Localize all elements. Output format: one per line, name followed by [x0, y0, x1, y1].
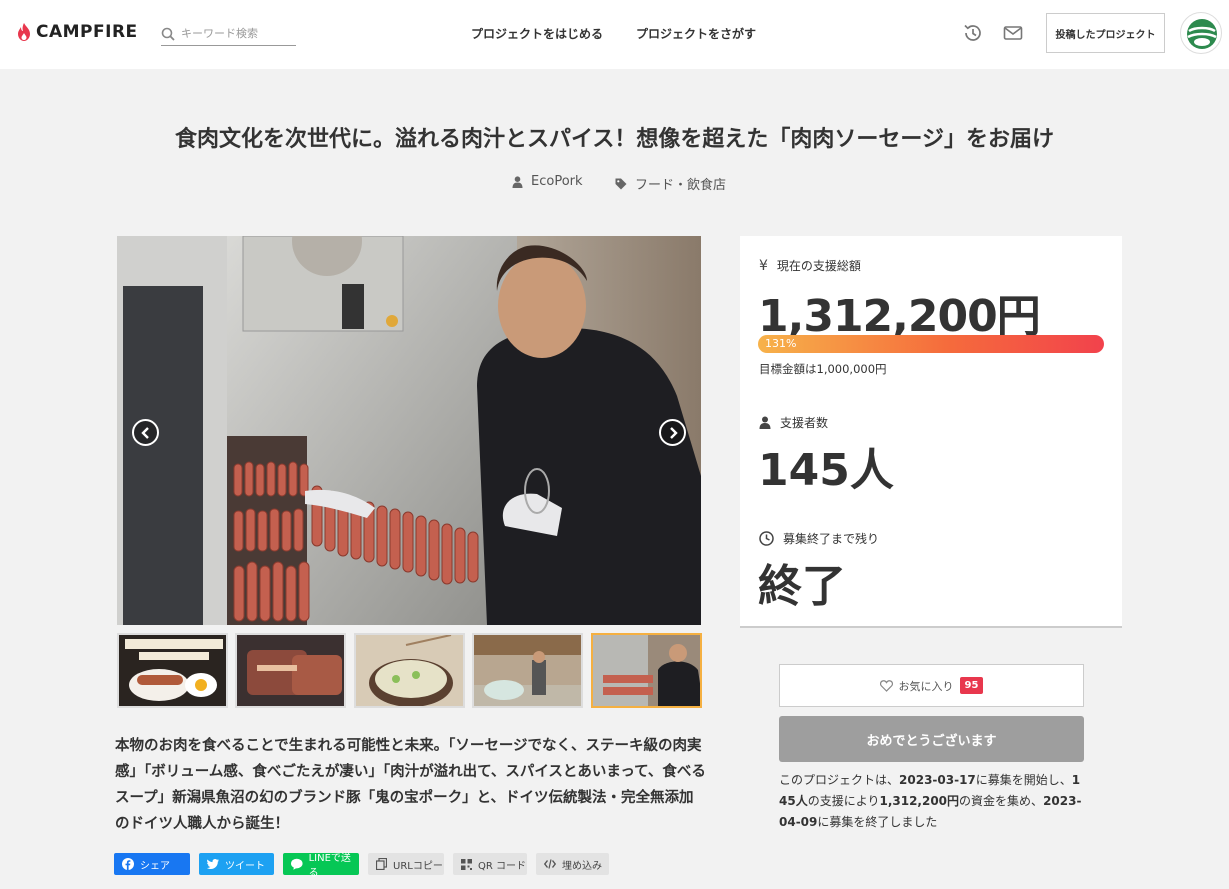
search-bar — [161, 22, 296, 46]
summary-text: の支援により — [807, 794, 880, 808]
funding-progress-bar: 131% — [758, 335, 1104, 353]
facebook-icon — [122, 858, 134, 870]
summary-text: に募集を開始し、 — [975, 773, 1072, 787]
user-avatar[interactable] — [1180, 12, 1222, 54]
mail-icon[interactable] — [1002, 22, 1024, 44]
nav-find-project[interactable]: プロジェクトをさがす — [636, 25, 756, 42]
campfire-logo[interactable]: CAMPFIRE — [17, 22, 138, 42]
qr-code-button[interactable]: QR コード — [453, 853, 527, 875]
thumbnail-4[interactable] — [472, 633, 583, 708]
project-category[interactable]: フード・飲食店 — [615, 174, 726, 193]
thumb-image — [119, 635, 226, 706]
owner-name: EcoPork — [531, 174, 583, 189]
posted-projects-button[interactable]: 投稿したプロジェクト — [1046, 13, 1165, 53]
summary-start-date: 2023-03-17 — [899, 773, 976, 787]
thumb-image — [356, 635, 463, 706]
line-send-button[interactable]: LINEで送る — [283, 853, 359, 879]
url-copy-button[interactable]: URLコピー — [368, 853, 444, 875]
thumbnail-strip — [117, 633, 702, 708]
thumb-image — [593, 635, 700, 706]
avatar-globe-icon — [1187, 19, 1217, 49]
congratulations-button[interactable]: おめでとうございます — [779, 716, 1084, 762]
progress-percent: 131% — [765, 337, 797, 350]
logo-text: CAMPFIRE — [36, 22, 138, 42]
favorite-count-badge: 95 — [959, 677, 984, 694]
carousel-next-button[interactable] — [659, 419, 686, 446]
line-send-label: LINEで送る — [308, 853, 351, 879]
thumbnail-3[interactable] — [354, 633, 465, 708]
embed-button[interactable]: 埋め込み — [536, 853, 609, 875]
url-copy-label: URLコピー — [393, 860, 443, 872]
search-icon — [161, 27, 175, 41]
summary-text: に募集を終了しました — [817, 815, 938, 829]
project-owner[interactable]: EcoPork — [512, 174, 583, 189]
project-stats-card: ¥ 現在の支援総額 1,312,200円 131% 目標金額は1,000,000… — [740, 236, 1122, 628]
clock-icon — [759, 531, 774, 546]
backers-count: 145人 — [758, 445, 894, 496]
amount-label-row: ¥ 現在の支援総額 — [759, 257, 861, 274]
line-icon — [291, 858, 303, 870]
remaining-label-row: 募集終了まで残り — [759, 530, 879, 547]
heart-icon — [879, 679, 893, 692]
goal-amount: 目標金額は1,000,000円 — [759, 362, 887, 376]
nav-start-project[interactable]: プロジェクトをはじめる — [471, 25, 603, 42]
amount-label: 現在の支援総額 — [776, 259, 861, 273]
user-icon — [759, 416, 771, 429]
favorite-button[interactable]: お気に入り 95 — [779, 664, 1084, 707]
thumb-image — [474, 635, 581, 706]
twitter-tweet-label: ツイート — [225, 860, 265, 872]
flame-icon — [18, 23, 30, 41]
chevron-right-icon — [669, 426, 678, 439]
tag-icon — [615, 178, 627, 189]
chevron-left-icon — [140, 426, 149, 439]
embed-label: 埋め込み — [562, 860, 602, 872]
site-header: CAMPFIRE プロジェクトをはじめる プロジェクトをさがす 投稿したプロジェ… — [0, 0, 1229, 69]
thumb-image — [237, 635, 344, 706]
user-icon — [512, 175, 523, 188]
category-name: フード・飲食店 — [635, 178, 727, 193]
favorite-label: お気に入り — [898, 679, 954, 693]
qr-code-icon — [461, 858, 472, 870]
project-description: 本物のお肉を食べることで生まれる可能性と未来。「ソーセージでなく、ステーキ級の肉… — [115, 738, 706, 832]
main-photo — [117, 236, 701, 625]
carousel-prev-button[interactable] — [132, 419, 159, 446]
search-input[interactable] — [181, 27, 291, 40]
project-title: 食肉文化を次世代に。溢れる肉汁とスパイス！想像を超えた「肉肉ソーセージ」をお届け — [175, 127, 1054, 152]
summary-text: このプロジェクトは、 — [779, 773, 900, 787]
code-icon — [544, 859, 556, 869]
copy-icon — [376, 858, 387, 870]
yen-icon: ¥ — [759, 257, 768, 274]
summary-amount: 1,312,200円 — [879, 794, 960, 808]
twitter-tweet-button[interactable]: ツイート — [199, 853, 274, 875]
remaining-label: 募集終了まで残り — [783, 532, 880, 546]
project-main-image[interactable] — [117, 236, 701, 625]
backers-label-row: 支援者数 — [759, 414, 828, 431]
facebook-share-label: シェア — [140, 860, 170, 872]
thumbnail-1[interactable] — [117, 633, 228, 708]
thumbnail-2[interactable] — [235, 633, 346, 708]
twitter-icon — [207, 859, 219, 869]
thumbnail-5[interactable] — [591, 633, 702, 708]
remaining-time: 終了 — [758, 561, 846, 612]
project-summary: このプロジェクトは、2023-03-17に募集を開始し、145人の支援により1,… — [779, 770, 1084, 833]
qr-code-label: QR コード — [478, 860, 526, 872]
backers-label: 支援者数 — [780, 416, 829, 430]
summary-text: の資金を集め、 — [959, 794, 1044, 808]
history-icon[interactable] — [962, 22, 984, 44]
facebook-share-button[interactable]: シェア — [114, 853, 190, 875]
